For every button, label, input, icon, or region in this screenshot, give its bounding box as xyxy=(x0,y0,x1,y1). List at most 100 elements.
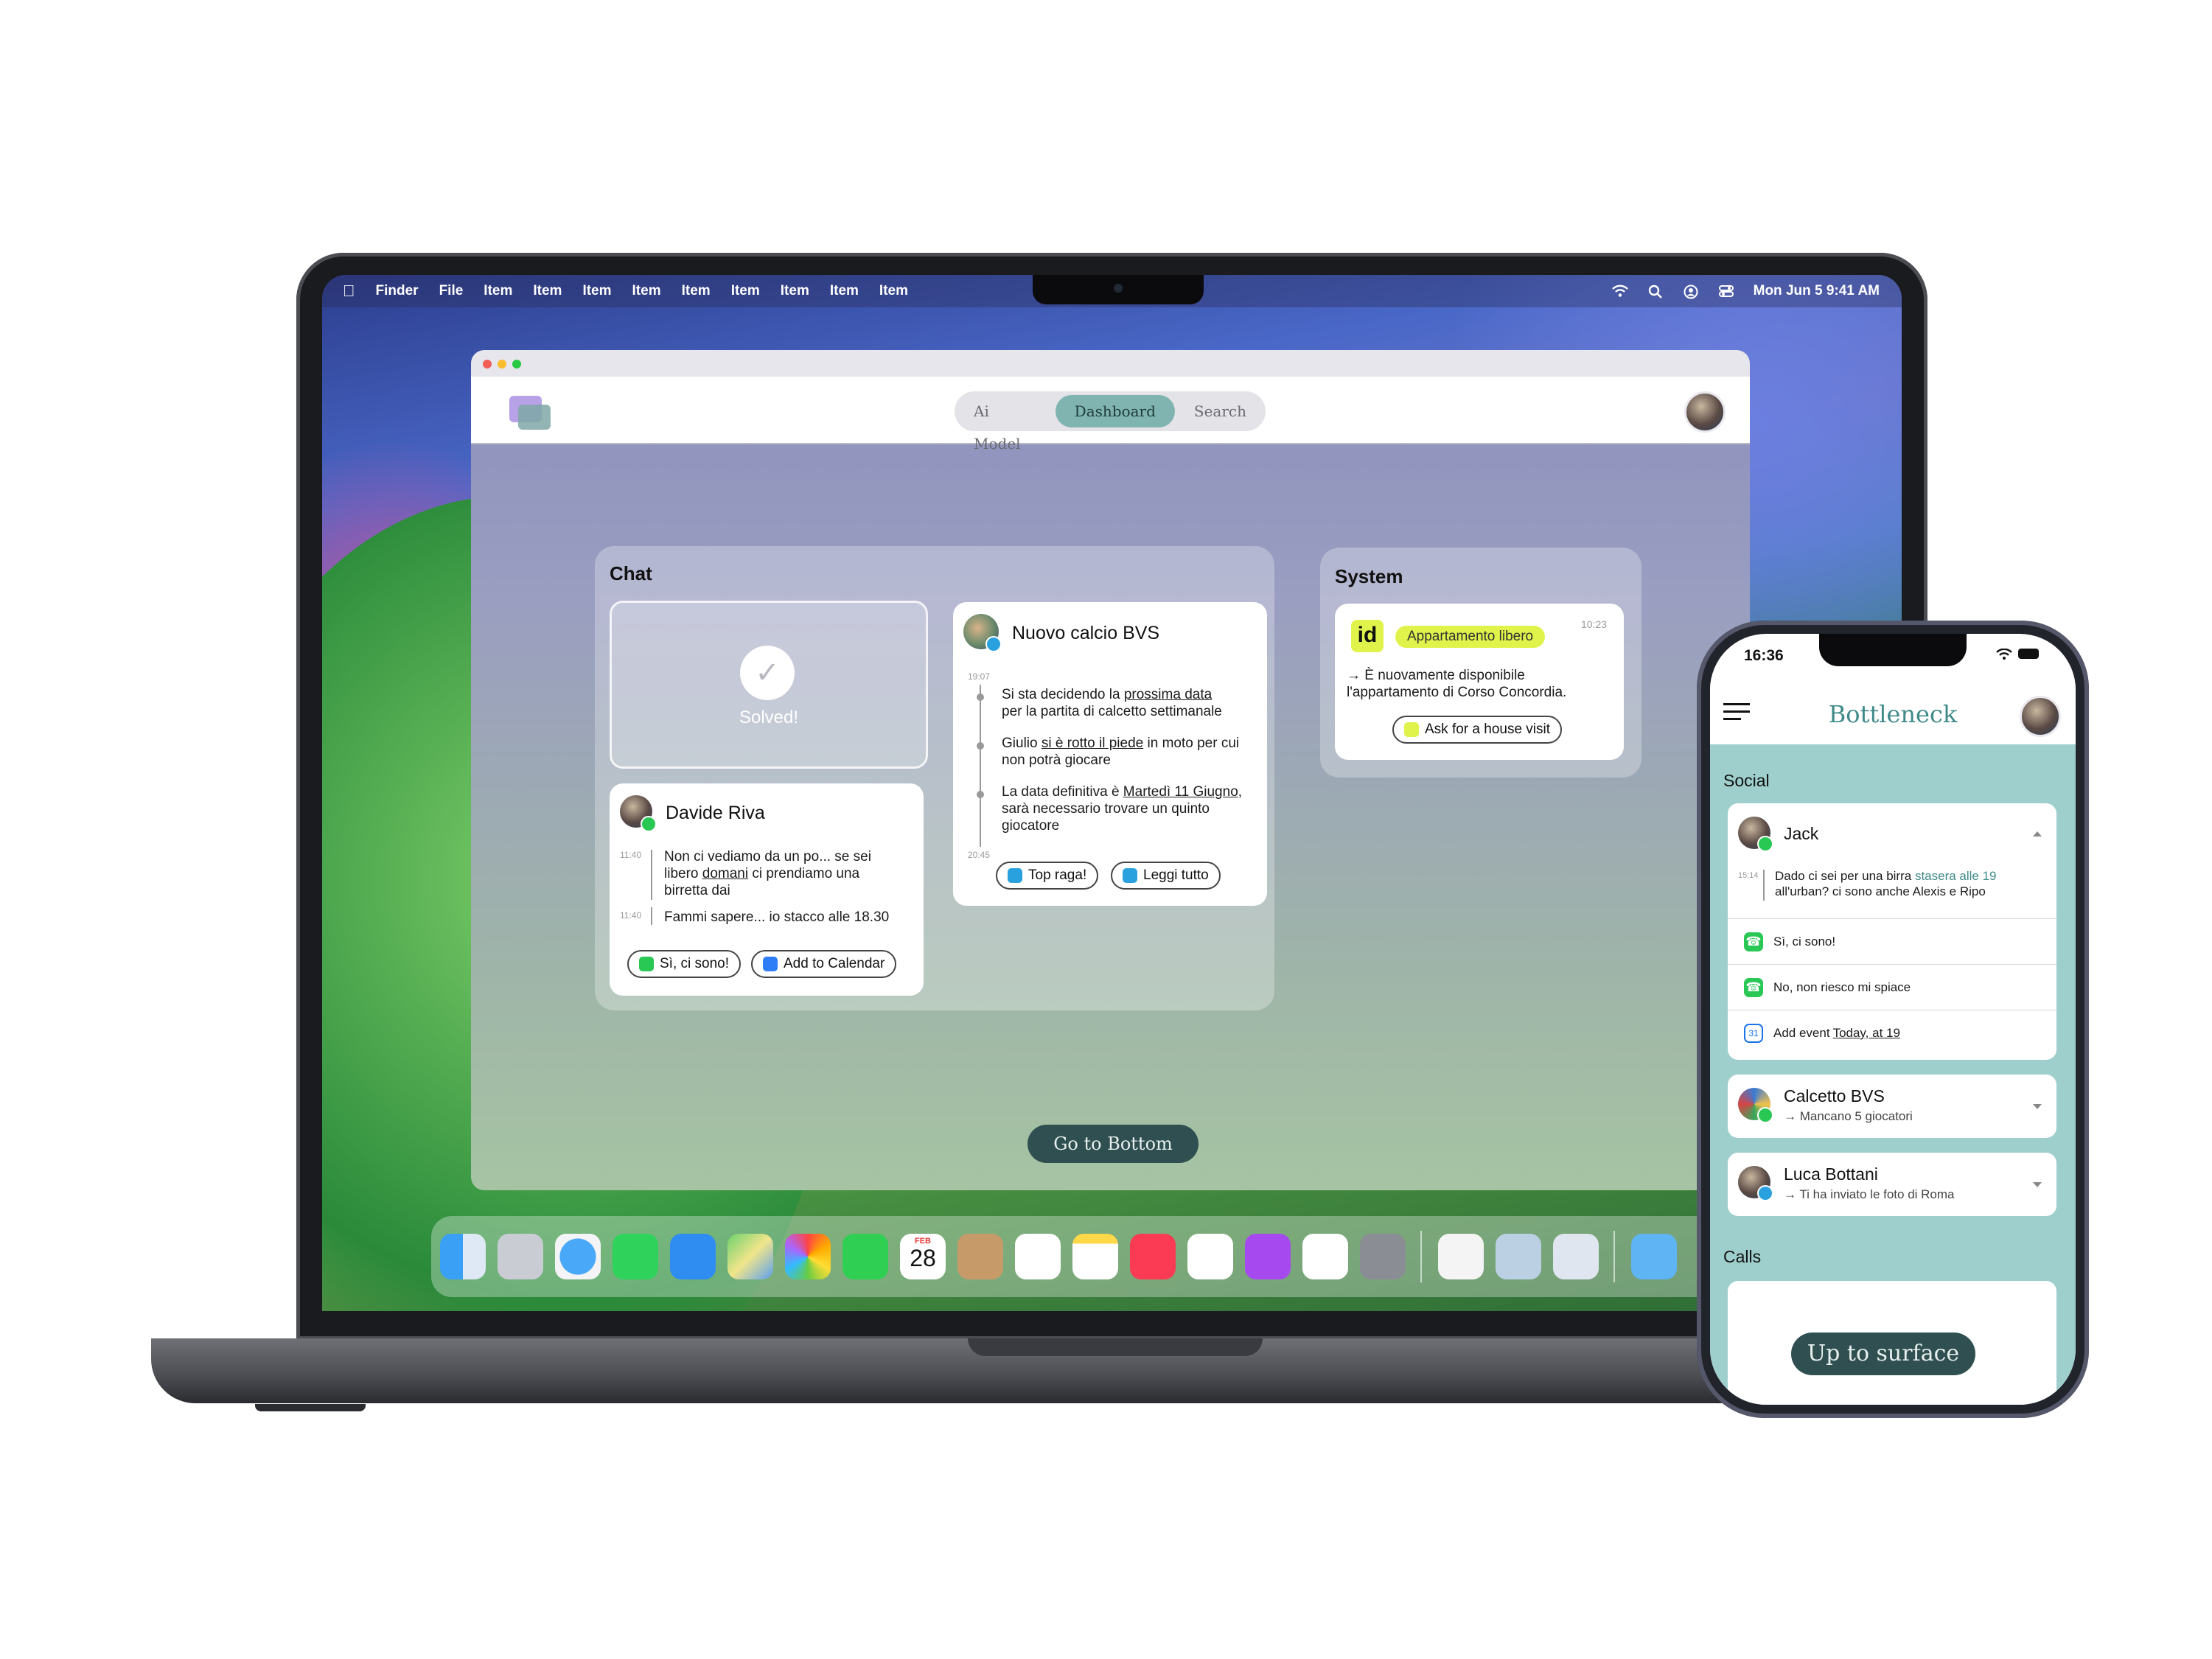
menu-item[interactable]: Item xyxy=(484,283,512,299)
date-link[interactable]: Martedì 11 Giugno xyxy=(1123,784,1238,800)
message-time: 11:40 xyxy=(620,910,642,921)
podcasts-icon[interactable] xyxy=(1245,1234,1291,1279)
add-event-option[interactable]: 31 Add event Today, at 19 xyxy=(1728,1010,2056,1056)
reply-yes-button[interactable]: Sì, ci sono! xyxy=(627,950,741,978)
whatsapp-badge-icon xyxy=(1757,836,1773,852)
reply-option-no[interactable]: ☎ No, non riesco mi spiace xyxy=(1728,964,2056,1010)
textedit-icon[interactable] xyxy=(1438,1234,1484,1279)
safari-icon[interactable] xyxy=(555,1234,601,1279)
house-visit-button[interactable]: Ask for a house visit xyxy=(1392,716,1563,744)
menu-item[interactable]: Item xyxy=(682,283,711,299)
minimize-window-button[interactable] xyxy=(498,360,506,369)
menu-item[interactable]: Item xyxy=(533,283,562,299)
zoom-window-button[interactable] xyxy=(512,360,521,369)
menu-item[interactable]: Item xyxy=(731,283,760,299)
thread-line xyxy=(651,850,652,900)
chat-panel: Chat ✓ Solved! Davide Riva 11:40 Non ci … xyxy=(595,546,1274,1010)
calendar-icon xyxy=(763,957,778,971)
close-window-button[interactable] xyxy=(483,360,492,369)
chat-card-davide[interactable]: Davide Riva 11:40 Non ci vediamo da un p… xyxy=(610,783,924,996)
messages-icon[interactable] xyxy=(613,1234,658,1279)
date-link[interactable]: domani xyxy=(702,866,748,881)
menu-item[interactable]: Item xyxy=(879,283,908,299)
system-settings-icon[interactable] xyxy=(1360,1234,1406,1279)
contact-summary: → Ti ha inviato le foto di Roma xyxy=(1784,1187,1955,1201)
tab-dashboard[interactable]: Dashboard xyxy=(1055,395,1175,427)
battery-icon xyxy=(2018,649,2039,659)
calendar-icon[interactable]: FEB 28 xyxy=(900,1234,946,1279)
menu-item[interactable]: Item xyxy=(632,283,661,299)
solved-label: Solved! xyxy=(739,708,799,727)
menu-item[interactable]: File xyxy=(439,283,464,299)
google-calendar-icon: 31 xyxy=(1744,1024,1763,1043)
reminders-icon[interactable] xyxy=(1015,1234,1061,1279)
menu-item[interactable]: Item xyxy=(582,283,611,299)
thread-message: La data definitiva è Martedì 11 Giugno, s… xyxy=(1002,784,1243,834)
calendar-day: 28 xyxy=(910,1245,936,1271)
camera-icon xyxy=(1114,284,1123,293)
notes-icon[interactable] xyxy=(1072,1234,1118,1279)
search-icon[interactable] xyxy=(1647,284,1664,298)
window-titlebar xyxy=(471,350,1750,377)
date-link[interactable]: prossima data xyxy=(1124,687,1212,702)
expand-chevron-icon[interactable] xyxy=(2033,1182,2042,1187)
telegram-badge-icon xyxy=(985,636,1002,652)
user-avatar[interactable] xyxy=(2020,696,2061,737)
thread-line xyxy=(651,907,652,925)
apple-icon[interactable]:  xyxy=(343,282,355,301)
time-link[interactable]: stasera alle 19 xyxy=(1915,869,1997,883)
social-card-calcetto[interactable]: Calcetto BVS → Mancano 5 giocatori xyxy=(1728,1075,2056,1138)
read-all-button[interactable]: Leggi tutto xyxy=(1111,862,1221,890)
user-icon[interactable] xyxy=(1683,284,1699,299)
top-raga-button[interactable]: Top raga! xyxy=(996,862,1099,890)
folder-icon[interactable] xyxy=(1631,1234,1677,1279)
thread-start-time: 19:07 xyxy=(968,671,991,682)
whatsapp-icon xyxy=(639,957,654,971)
whatsapp-icon: ☎ xyxy=(1744,932,1763,951)
menu-item[interactable]: Item xyxy=(830,283,859,299)
go-to-bottom-button[interactable]: Go to Bottom xyxy=(1028,1125,1199,1163)
event-time-link[interactable]: Today, at 19 xyxy=(1833,1026,1900,1041)
finder-icon[interactable] xyxy=(440,1234,486,1279)
message-text: Dado ci sei per una birra stasera alle 1… xyxy=(1775,869,1997,898)
mail-icon[interactable] xyxy=(670,1234,716,1279)
tab-search[interactable]: Search xyxy=(1175,395,1266,427)
tab-ai-model[interactable]: Ai Model xyxy=(955,395,1056,453)
desktop-screen:  Finder File Item Item Item Item Item I… xyxy=(322,275,1902,1311)
photos-icon[interactable] xyxy=(785,1234,831,1279)
contacts-icon[interactable] xyxy=(957,1234,1003,1279)
thread-line xyxy=(980,685,981,847)
chat-card-calcio[interactable]: Nuovo calcio BVS 19:07 20:45 Si sta deci… xyxy=(953,602,1267,906)
add-to-calendar-button[interactable]: Add to Calendar xyxy=(751,950,897,978)
app-window: Ai Model Dashboard Search Chat ✓ Solved!… xyxy=(471,350,1750,1190)
facetime-icon[interactable] xyxy=(842,1234,888,1279)
app-icon[interactable] xyxy=(1553,1234,1599,1279)
idealista-icon xyxy=(1404,722,1419,737)
menu-item[interactable]: Item xyxy=(781,283,809,299)
group-summary: → Mancano 5 giocatori xyxy=(1784,1109,1913,1123)
expand-chevron-icon[interactable] xyxy=(2033,1104,2042,1109)
news-icon[interactable] xyxy=(1302,1234,1348,1279)
music-icon[interactable] xyxy=(1130,1234,1176,1279)
reply-option-yes[interactable]: ☎ Sì, ci sono! xyxy=(1728,918,2056,965)
message-text: Non ci vediamo da un po... se sei libero … xyxy=(664,849,871,898)
message-time: 15:14 xyxy=(1738,871,1759,880)
system-card-apartment[interactable]: id Appartamento libero 10:23 → È nuovame… xyxy=(1335,604,1624,760)
control-center-icon[interactable] xyxy=(1718,284,1734,298)
user-avatar[interactable] xyxy=(1684,391,1726,433)
launchpad-icon[interactable] xyxy=(498,1234,543,1279)
event-link[interactable]: si è rotto il piede xyxy=(1042,736,1143,751)
up-to-surface-button[interactable]: Up to surface xyxy=(1791,1333,1975,1375)
message-time: 11:40 xyxy=(620,850,642,860)
system-panel-title: System xyxy=(1335,565,1403,587)
preview-icon[interactable] xyxy=(1496,1234,1541,1279)
maps-icon[interactable] xyxy=(728,1234,773,1279)
wifi-icon[interactable] xyxy=(1611,284,1628,298)
collapse-chevron-icon[interactable] xyxy=(2033,831,2042,837)
solved-card[interactable]: ✓ Solved! xyxy=(610,601,928,769)
menu-app-name[interactable]: Finder xyxy=(376,283,419,299)
bottleneck-app-icon[interactable] xyxy=(1187,1234,1233,1279)
social-card-jack[interactable]: Jack 15:14 Dado ci sei per una birra sta… xyxy=(1728,803,2056,1060)
menu-bar-clock[interactable]: Mon Jun 5 9:41 AM xyxy=(1754,283,1880,299)
social-card-luca[interactable]: Luca Bottani → Ti ha inviato le foto di … xyxy=(1728,1153,2056,1216)
